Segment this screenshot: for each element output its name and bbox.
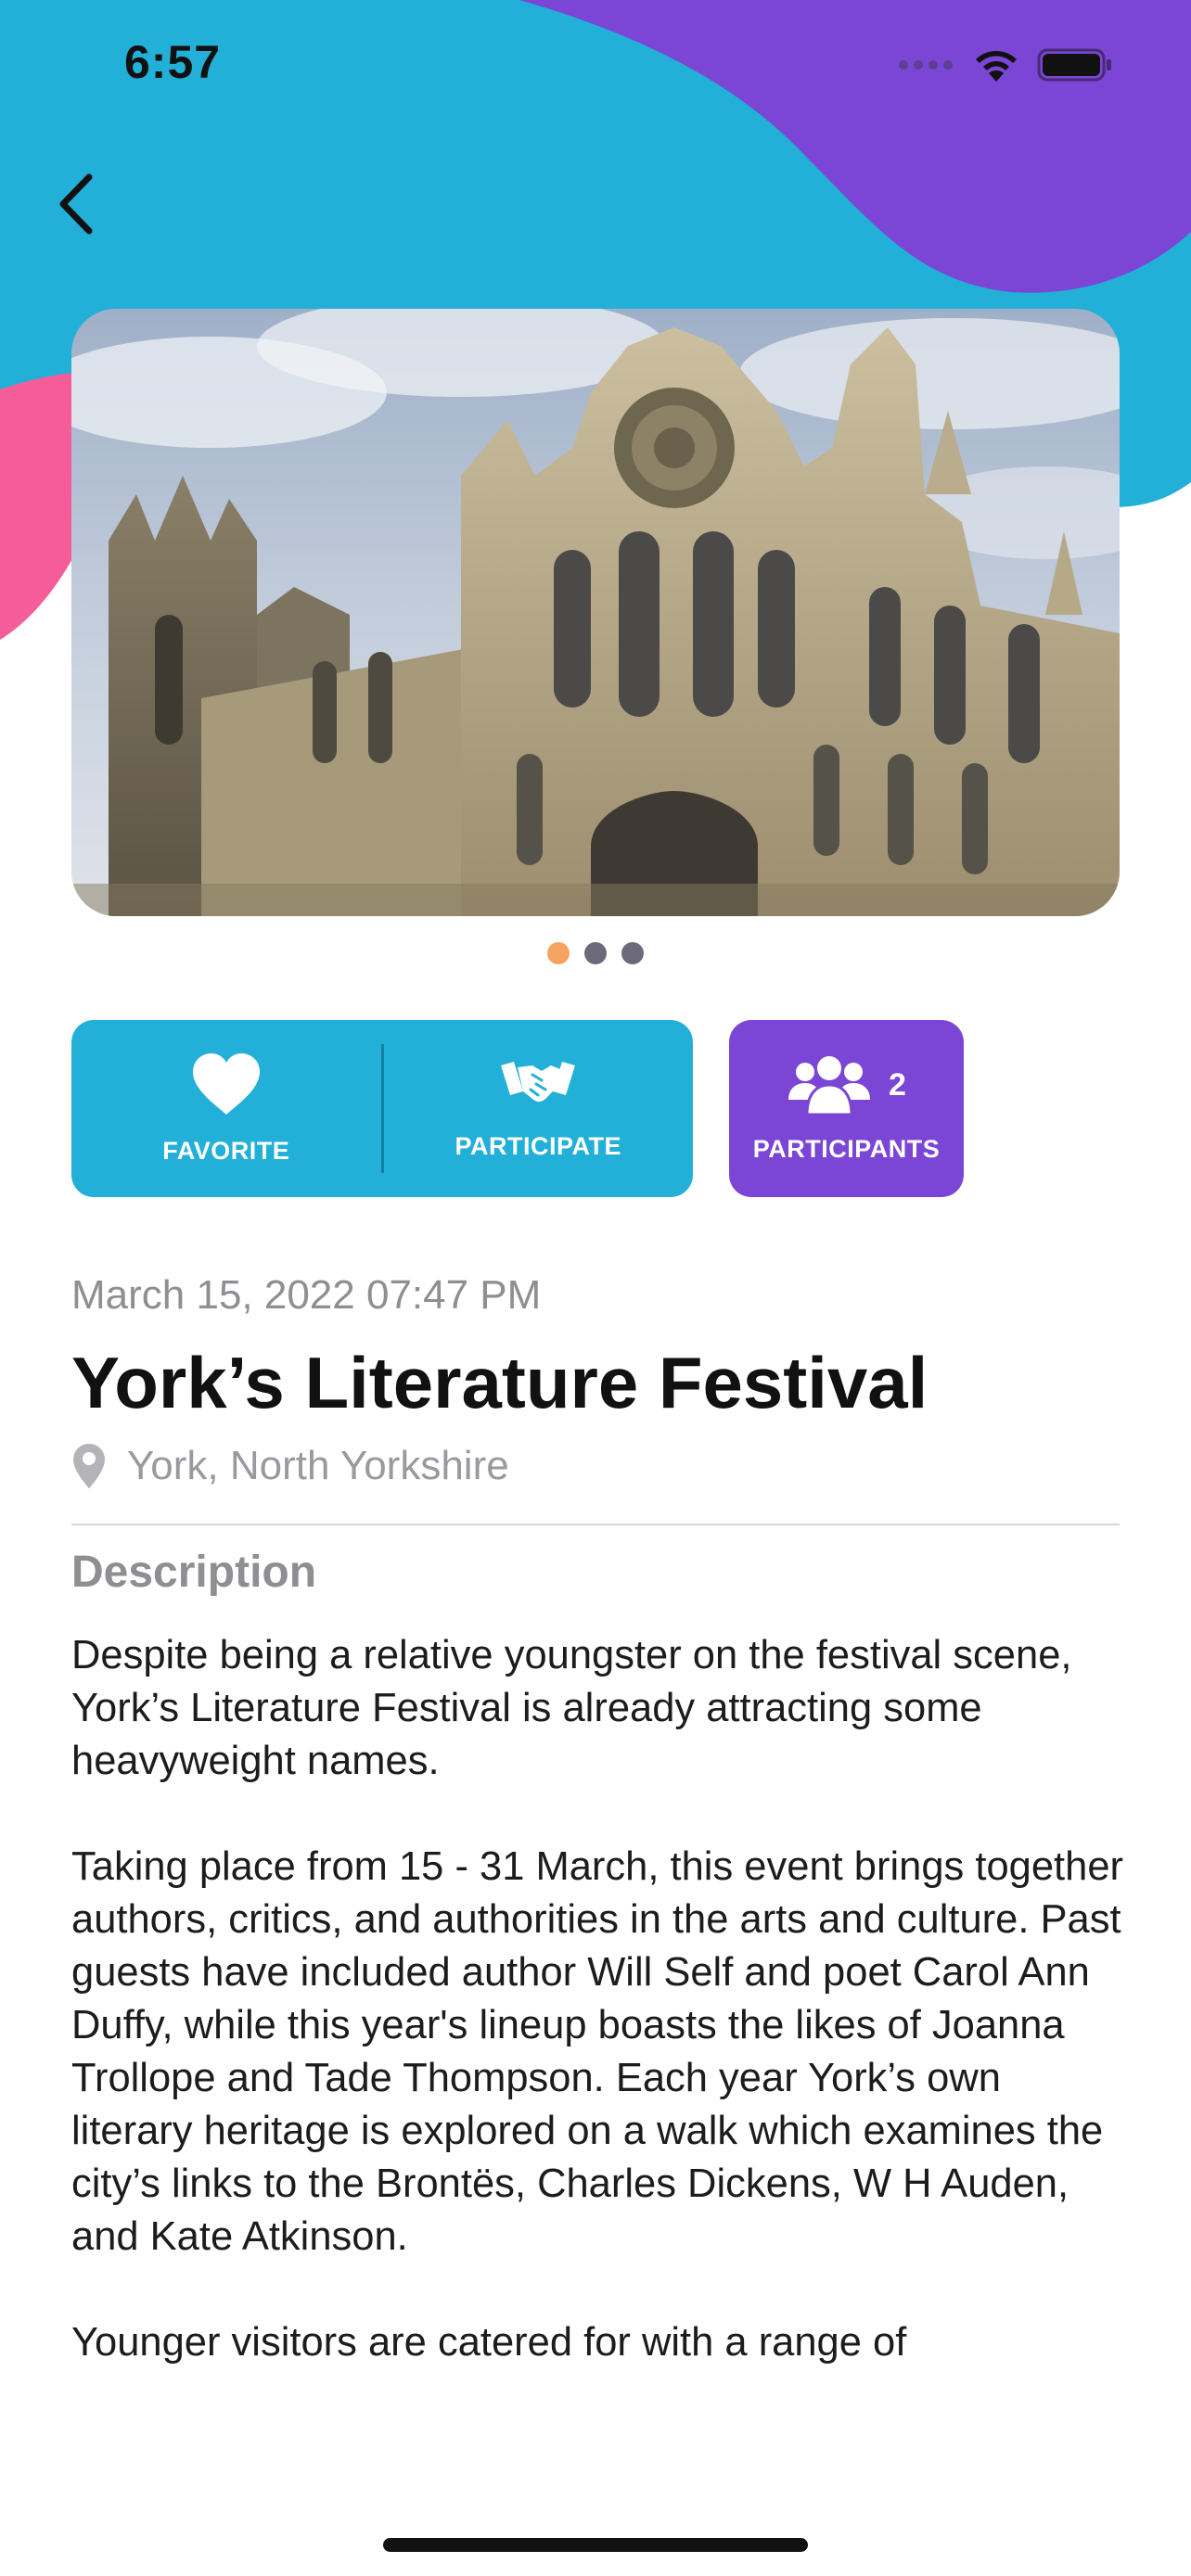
participants-top: 2 — [787, 1053, 906, 1116]
status-time: 6:57 — [124, 36, 222, 88]
event-detail-screen: 6:57 FAVORITE PARTICIPATE 2 PARTICIPANTS… — [0, 0, 1191, 2576]
carousel-indicator — [0, 942, 1191, 964]
description-heading: Description — [71, 1548, 317, 1597]
description-paragraph: Despite being a relative youngster on th… — [71, 1633, 1072, 1783]
home-indicator[interactable] — [383, 2538, 808, 2552]
participants-count: 2 — [889, 1066, 906, 1103]
chevron-left-icon — [59, 173, 93, 235]
map-pin-icon — [73, 1444, 105, 1488]
event-date: March 15, 2022 07:47 PM — [71, 1272, 542, 1318]
favorite-participate-group: FAVORITE PARTICIPATE — [71, 1020, 693, 1197]
handshake-icon — [501, 1062, 576, 1102]
favorite-button[interactable]: FAVORITE — [71, 1020, 381, 1197]
description-paragraph: Younger visitors are catered for with a … — [71, 2320, 907, 2365]
battery-icon — [1037, 48, 1111, 82]
location-text: York, North Yorkshire — [127, 1443, 509, 1488]
back-button[interactable] — [56, 167, 130, 241]
wifi-icon — [976, 51, 1017, 82]
group-icon — [788, 1056, 871, 1116]
participate-button[interactable]: PARTICIPATE — [384, 1020, 694, 1197]
description-paragraph: Taking place from 15 - 31 March, this ev… — [71, 1844, 1123, 2259]
signal-dots-icon — [899, 60, 953, 70]
participate-label: PARTICIPATE — [455, 1132, 621, 1160]
favorite-label: FAVORITE — [162, 1137, 290, 1165]
event-photo-carousel[interactable] — [71, 309, 1120, 916]
carousel-dot[interactable] — [584, 942, 607, 964]
section-divider — [71, 1524, 1120, 1525]
carousel-dot[interactable] — [621, 942, 644, 964]
description-body: Despite being a relative youngster on th… — [71, 1629, 1129, 2422]
heart-icon — [192, 1053, 260, 1115]
participants-label: PARTICIPANTS — [752, 1135, 941, 1163]
carousel-dot-active[interactable] — [547, 942, 570, 964]
event-location[interactable]: York, North Yorkshire — [71, 1442, 509, 1490]
participants-button[interactable]: 2 PARTICIPANTS — [729, 1020, 964, 1197]
event-title: York’s Literature Festival — [71, 1342, 928, 1423]
cathedral-photo — [71, 309, 1120, 916]
status-icons — [898, 46, 1113, 83]
